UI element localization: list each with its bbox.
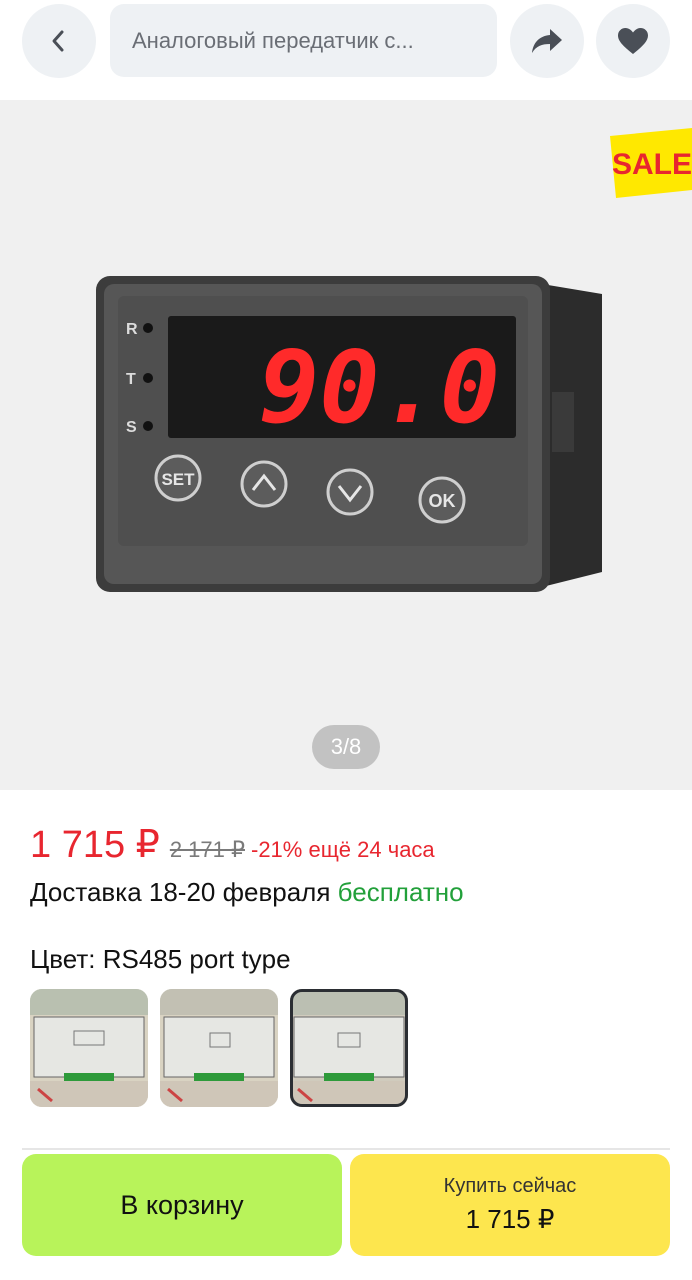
delivery-free: бесплатно <box>337 877 464 907</box>
share-arrow-icon <box>532 29 562 53</box>
buy-now-price: 1 715 ₽ <box>465 1204 555 1234</box>
old-price: 2 171 ₽ <box>169 837 245 862</box>
indicator-label-r: R <box>126 321 138 338</box>
variant-thumbnail <box>30 989 148 1107</box>
chevron-left-icon <box>52 30 64 52</box>
variant-thumbnail <box>160 989 278 1107</box>
search-field[interactable]: Аналоговый передатчик с... <box>110 4 497 77</box>
price-row: 1 715 ₽ 2 171 ₽ -21% ещё 24 часа <box>30 822 435 867</box>
color-variant-1[interactable] <box>30 989 148 1107</box>
back-button[interactable] <box>22 4 96 78</box>
page-indicator: 3/8 <box>312 725 380 769</box>
indicator-label-t: T <box>126 371 136 388</box>
favorite-button[interactable] <box>596 4 670 78</box>
add-to-cart-button[interactable]: В корзину <box>22 1154 342 1256</box>
delivery-text: Доставка 18-20 февраля <box>30 877 331 907</box>
heart-icon <box>618 28 648 54</box>
current-price: 1 715 ₽ <box>30 824 160 866</box>
product-image-device: R T S 90.0 SET OK <box>96 276 602 592</box>
color-variants <box>30 989 408 1107</box>
device-set-label: SET <box>161 470 195 489</box>
device-ok-label: OK <box>429 491 456 511</box>
color-variant-3-selected[interactable] <box>290 989 408 1107</box>
product-image-gallery[interactable]: SALE R T S 90.0 SET OK 3/8 <box>0 100 692 790</box>
color-label: Цвет: RS485 port type <box>30 944 291 974</box>
indicator-label-s: S <box>126 419 137 436</box>
discount-text: -21% ещё 24 часа <box>251 837 435 862</box>
buy-now-button[interactable]: Купить сейчас 1 715 ₽ <box>350 1154 670 1256</box>
divider <box>22 1148 670 1150</box>
top-bar: Аналоговый передатчик с... <box>0 0 692 100</box>
bottom-action-bar: В корзину Купить сейчас 1 715 ₽ <box>0 1140 692 1280</box>
buy-now-label: Купить сейчас <box>443 1175 577 1197</box>
sale-badge-text: SALE <box>612 148 692 181</box>
variant-thumbnail <box>290 989 408 1107</box>
display-digits: 90.0 <box>259 329 500 446</box>
share-button[interactable] <box>510 4 584 78</box>
sale-badge: SALE <box>610 128 692 198</box>
search-text: Аналоговый передатчик с... <box>132 27 414 53</box>
color-variant-2[interactable] <box>160 989 278 1107</box>
delivery-info: Доставка 18-20 февраля бесплатно <box>30 877 464 908</box>
